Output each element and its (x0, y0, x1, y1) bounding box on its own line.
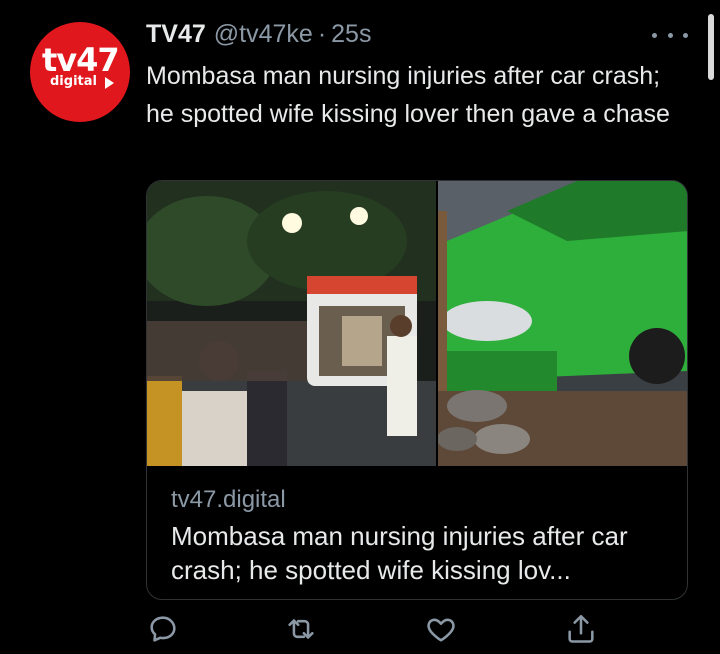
display-name[interactable]: TV47 (146, 20, 206, 49)
card-domain: tv47.digital (171, 486, 286, 513)
avatar[interactable]: tv47 digital (30, 22, 130, 122)
avatar-logo-text: tv47 (42, 41, 120, 79)
play-icon (105, 77, 114, 89)
card-title: Mombasa man nursing injuries after car c… (171, 521, 628, 585)
card-image[interactable] (147, 181, 688, 466)
tweet-header: TV47 @tv47ke · 25s (146, 20, 371, 54)
scrollbar[interactable] (708, 14, 714, 80)
tweet-actions (146, 612, 606, 648)
user-handle[interactable]: @tv47ke (214, 20, 313, 49)
more-options-icon[interactable] (652, 26, 688, 44)
more-dot (652, 32, 657, 38)
timestamp[interactable]: 25s (331, 20, 371, 49)
retweet-icon[interactable] (284, 612, 318, 646)
avatar-logo-subtext: digital (50, 74, 97, 89)
accident-scene-photo (147, 181, 437, 466)
link-card[interactable]: tv47.digital Mombasa man nursing injurie… (146, 180, 688, 600)
more-dot (667, 32, 673, 38)
share-icon[interactable] (564, 612, 598, 646)
more-dot (683, 32, 688, 38)
reply-icon[interactable] (146, 612, 180, 646)
like-icon[interactable] (424, 612, 458, 646)
damaged-car-photo (437, 181, 687, 466)
tweet-text: Mombasa man nursing injuries after car c… (146, 62, 670, 128)
header-separator: · (317, 20, 327, 48)
tweet[interactable]: tv47 digital TV47 @tv47ke · 25s Mombasa … (0, 0, 720, 654)
